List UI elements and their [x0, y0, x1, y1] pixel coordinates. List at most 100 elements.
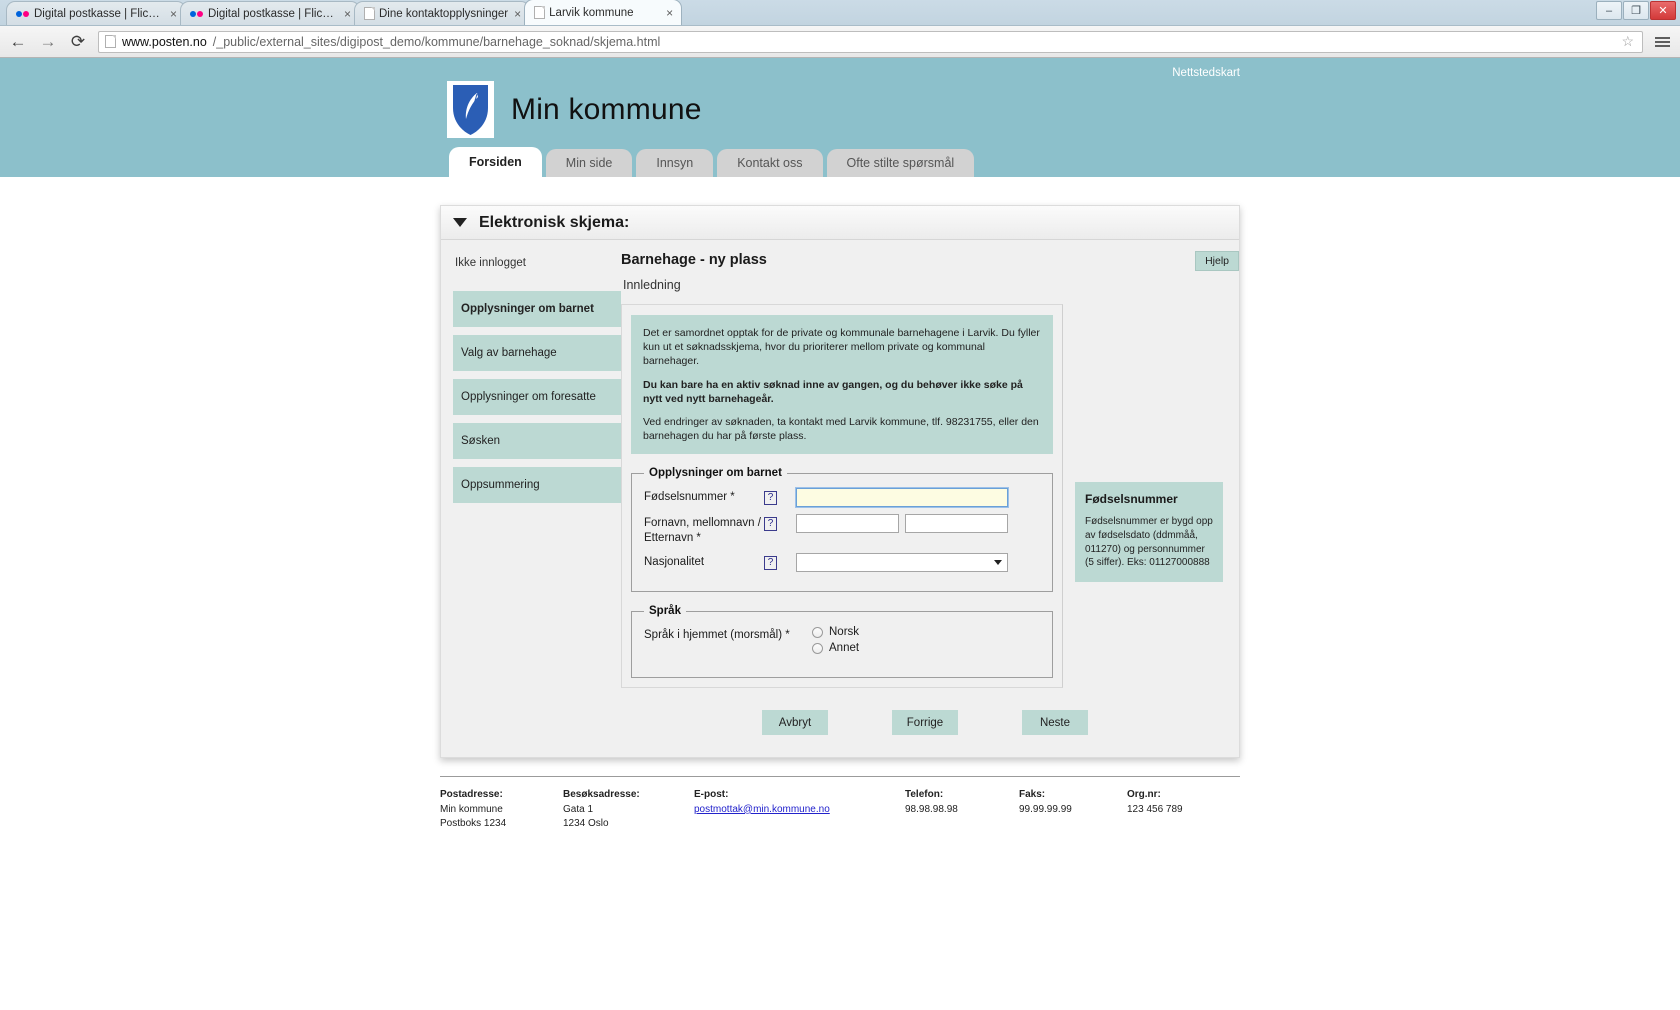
close-icon[interactable]: × — [342, 8, 353, 20]
footer-heading: Postadresse: — [440, 789, 503, 801]
window-close-button[interactable]: ✕ — [1650, 1, 1676, 20]
site-footer: Postadresse: Min kommune Postboks 1234 B… — [440, 776, 1240, 832]
chevron-down-icon[interactable] — [453, 218, 467, 227]
close-icon[interactable]: × — [168, 8, 179, 20]
electronic-form-card: Elektronisk skjema: Ikke innlogget Opply… — [440, 205, 1240, 759]
flickr-icon — [16, 9, 30, 19]
help-column: Fødselsnummer Fødselsnummer er bygd opp … — [1075, 304, 1229, 583]
field-fodselsnummer: Fødselsnummer * ? — [644, 487, 1040, 509]
nasjonalitet-select[interactable] — [796, 553, 1008, 573]
help-question-icon[interactable]: ? — [764, 556, 777, 571]
form-actions: Avbryt Forrige Neste — [621, 710, 1229, 736]
label-fodselsnummer: Fødselsnummer * — [644, 491, 735, 504]
field-navn: Fornavn, mellomnavn / Etternavn * ? — [644, 514, 1040, 546]
nav-tab-min-side[interactable]: Min side — [545, 149, 633, 177]
footer-line: Gata 1 — [563, 803, 594, 815]
next-button[interactable]: Neste — [1022, 710, 1088, 736]
reload-icon[interactable]: ⟳ — [68, 33, 88, 50]
radio-icon[interactable] — [812, 642, 823, 654]
label-morsmal: Språk i hjemmet (morsmål) * — [644, 629, 790, 642]
browser-tab-3[interactable]: Dine kontaktopplysninger × — [354, 1, 531, 25]
maximize-button[interactable]: ❐ — [1623, 1, 1649, 20]
cancel-button[interactable]: Avbryt — [762, 710, 828, 736]
main-navigation: Forsiden Min side Innsyn Kontakt oss Oft… — [440, 145, 1240, 177]
address-bar[interactable]: www.posten.no /_public/external_sites/dig… — [98, 30, 1643, 53]
sidebar-item-valg-av-barnehage[interactable]: Valg av barnehage — [453, 335, 621, 371]
footer-faks: Faks: 99.99.99.99 — [1019, 788, 1101, 832]
radio-option-norsk[interactable]: Norsk — [812, 626, 1040, 638]
browser-tabstrip: Digital postkasse | Flickr - × Digital p… — [0, 0, 1680, 26]
fieldset-language-legend: Språk — [649, 605, 681, 618]
footer-line: 123 456 789 — [1127, 803, 1183, 815]
footer-line: Min kommune — [440, 803, 503, 815]
radio-label-norsk: Norsk — [829, 626, 860, 639]
sitemap-link[interactable]: Nettstedskart — [1172, 67, 1240, 79]
form-title: Barnehage - ny plass — [621, 252, 767, 268]
previous-button[interactable]: Forrige — [892, 710, 958, 736]
site-header: Min kommune Nettstedskart Forsiden Min s… — [0, 58, 1680, 177]
form-step-label: Innledning — [623, 278, 681, 292]
footer-heading: Faks: — [1019, 789, 1046, 801]
nav-tab-forsiden[interactable]: Forsiden — [449, 147, 542, 177]
intro-paragraph-2: Du kan bare ha en aktiv søknad inne av g… — [643, 378, 1023, 405]
radio-option-annet[interactable]: Annet — [812, 642, 1040, 654]
page-content: Min kommune Nettstedskart Forsiden Min s… — [0, 58, 1680, 1010]
help-button[interactable]: Hjelp — [1195, 251, 1239, 271]
fieldset-child-legend: Opplysninger om barnet — [649, 467, 782, 480]
tab-title: Digital postkasse | Flickr - — [208, 7, 338, 20]
footer-orgnr: Org.nr: 123 456 789 — [1127, 788, 1209, 832]
site-branding[interactable]: Min kommune — [447, 81, 702, 138]
browser-menu-icon[interactable] — [1653, 34, 1672, 50]
card-header[interactable]: Elektronisk skjema: — [441, 206, 1239, 240]
nav-tab-innsyn[interactable]: Innsyn — [636, 149, 714, 177]
intro-infobox: Det er samordnet opptak for de private o… — [631, 315, 1053, 455]
page-icon — [105, 35, 116, 48]
footer-heading: Org.nr: — [1127, 789, 1161, 801]
municipality-crest-icon — [447, 81, 494, 138]
back-icon[interactable]: ← — [8, 33, 28, 50]
radio-label-annet: Annet — [829, 642, 860, 655]
fodselsnummer-input[interactable] — [795, 487, 1009, 509]
nav-tab-kontakt-oss[interactable]: Kontakt oss — [717, 149, 823, 177]
help-question-icon[interactable]: ? — [764, 517, 777, 532]
close-icon[interactable]: × — [512, 8, 523, 20]
footer-heading: E-post: — [694, 789, 729, 801]
help-card-fodselsnummer: Fødselsnummer Fødselsnummer er bygd opp … — [1075, 482, 1223, 583]
footer-heading: Besøksadresse: — [563, 789, 640, 801]
footer-line: 99.99.99.99 — [1019, 803, 1072, 815]
form-fields-column: Det er samordnet opptak for de private o… — [621, 304, 1063, 689]
browser-toolbar: ← → ⟳ www.posten.no /_public/external_sit… — [0, 26, 1680, 58]
tab-title: Larvik kommune — [549, 6, 634, 19]
card-body: Ikke innlogget Opplysninger om barnet Va… — [441, 240, 1239, 757]
page-icon — [364, 7, 375, 20]
browser-tab-2[interactable]: Digital postkasse | Flickr - × — [180, 1, 360, 25]
url-domain: www.posten.no — [122, 34, 207, 49]
forward-icon[interactable]: → — [38, 33, 58, 50]
footer-postadresse: Postadresse: Min kommune Postboks 1234 — [440, 788, 537, 832]
minimize-button[interactable]: – — [1596, 1, 1622, 20]
sidebar-item-sosken[interactable]: Søsken — [453, 423, 621, 459]
sidebar-item-opplysninger-om-barnet[interactable]: Opplysninger om barnet — [453, 291, 621, 327]
intro-paragraph-1: Det er samordnet opptak for de private o… — [643, 327, 1040, 368]
login-status: Ikke innlogget — [455, 257, 526, 269]
close-icon[interactable]: × — [664, 7, 675, 19]
browser-tab-1[interactable]: Digital postkasse | Flickr - × — [6, 1, 186, 25]
sidebar-item-opplysninger-om-foresatte[interactable]: Opplysninger om foresatte — [453, 379, 621, 415]
site-title: Min kommune — [511, 92, 702, 126]
sidebar-item-oppsummering[interactable]: Oppsummering — [453, 467, 621, 503]
radio-icon[interactable] — [812, 626, 823, 638]
email-link[interactable]: postmottak@min.kommune.no — [694, 804, 830, 815]
footer-epost: E-post: postmottak@min.kommune.no — [694, 788, 879, 832]
fieldset-child-info: Opplysninger om barnet Fødselsnummer * ? — [631, 467, 1053, 593]
footer-line: Postboks 1234 — [440, 818, 507, 830]
tab-title: Digital postkasse | Flickr - — [34, 7, 164, 20]
fieldset-language: Språk Språk i hjemmet (morsmål) * Norsk — [631, 605, 1053, 679]
browser-tab-4-active[interactable]: Larvik kommune × — [524, 0, 683, 25]
etternavn-input[interactable] — [905, 514, 1008, 534]
url-path: /_public/external_sites/digipost_demo/ko… — [212, 34, 661, 49]
help-question-icon[interactable]: ? — [764, 491, 777, 506]
nav-tab-ofte-stilte-sporsmal[interactable]: Ofte stilte spørsmål — [826, 149, 975, 177]
fornavn-input[interactable] — [796, 514, 899, 534]
bookmark-star-icon[interactable]: ☆ — [1621, 33, 1634, 50]
help-card-title: Fødselsnummer — [1085, 492, 1178, 506]
